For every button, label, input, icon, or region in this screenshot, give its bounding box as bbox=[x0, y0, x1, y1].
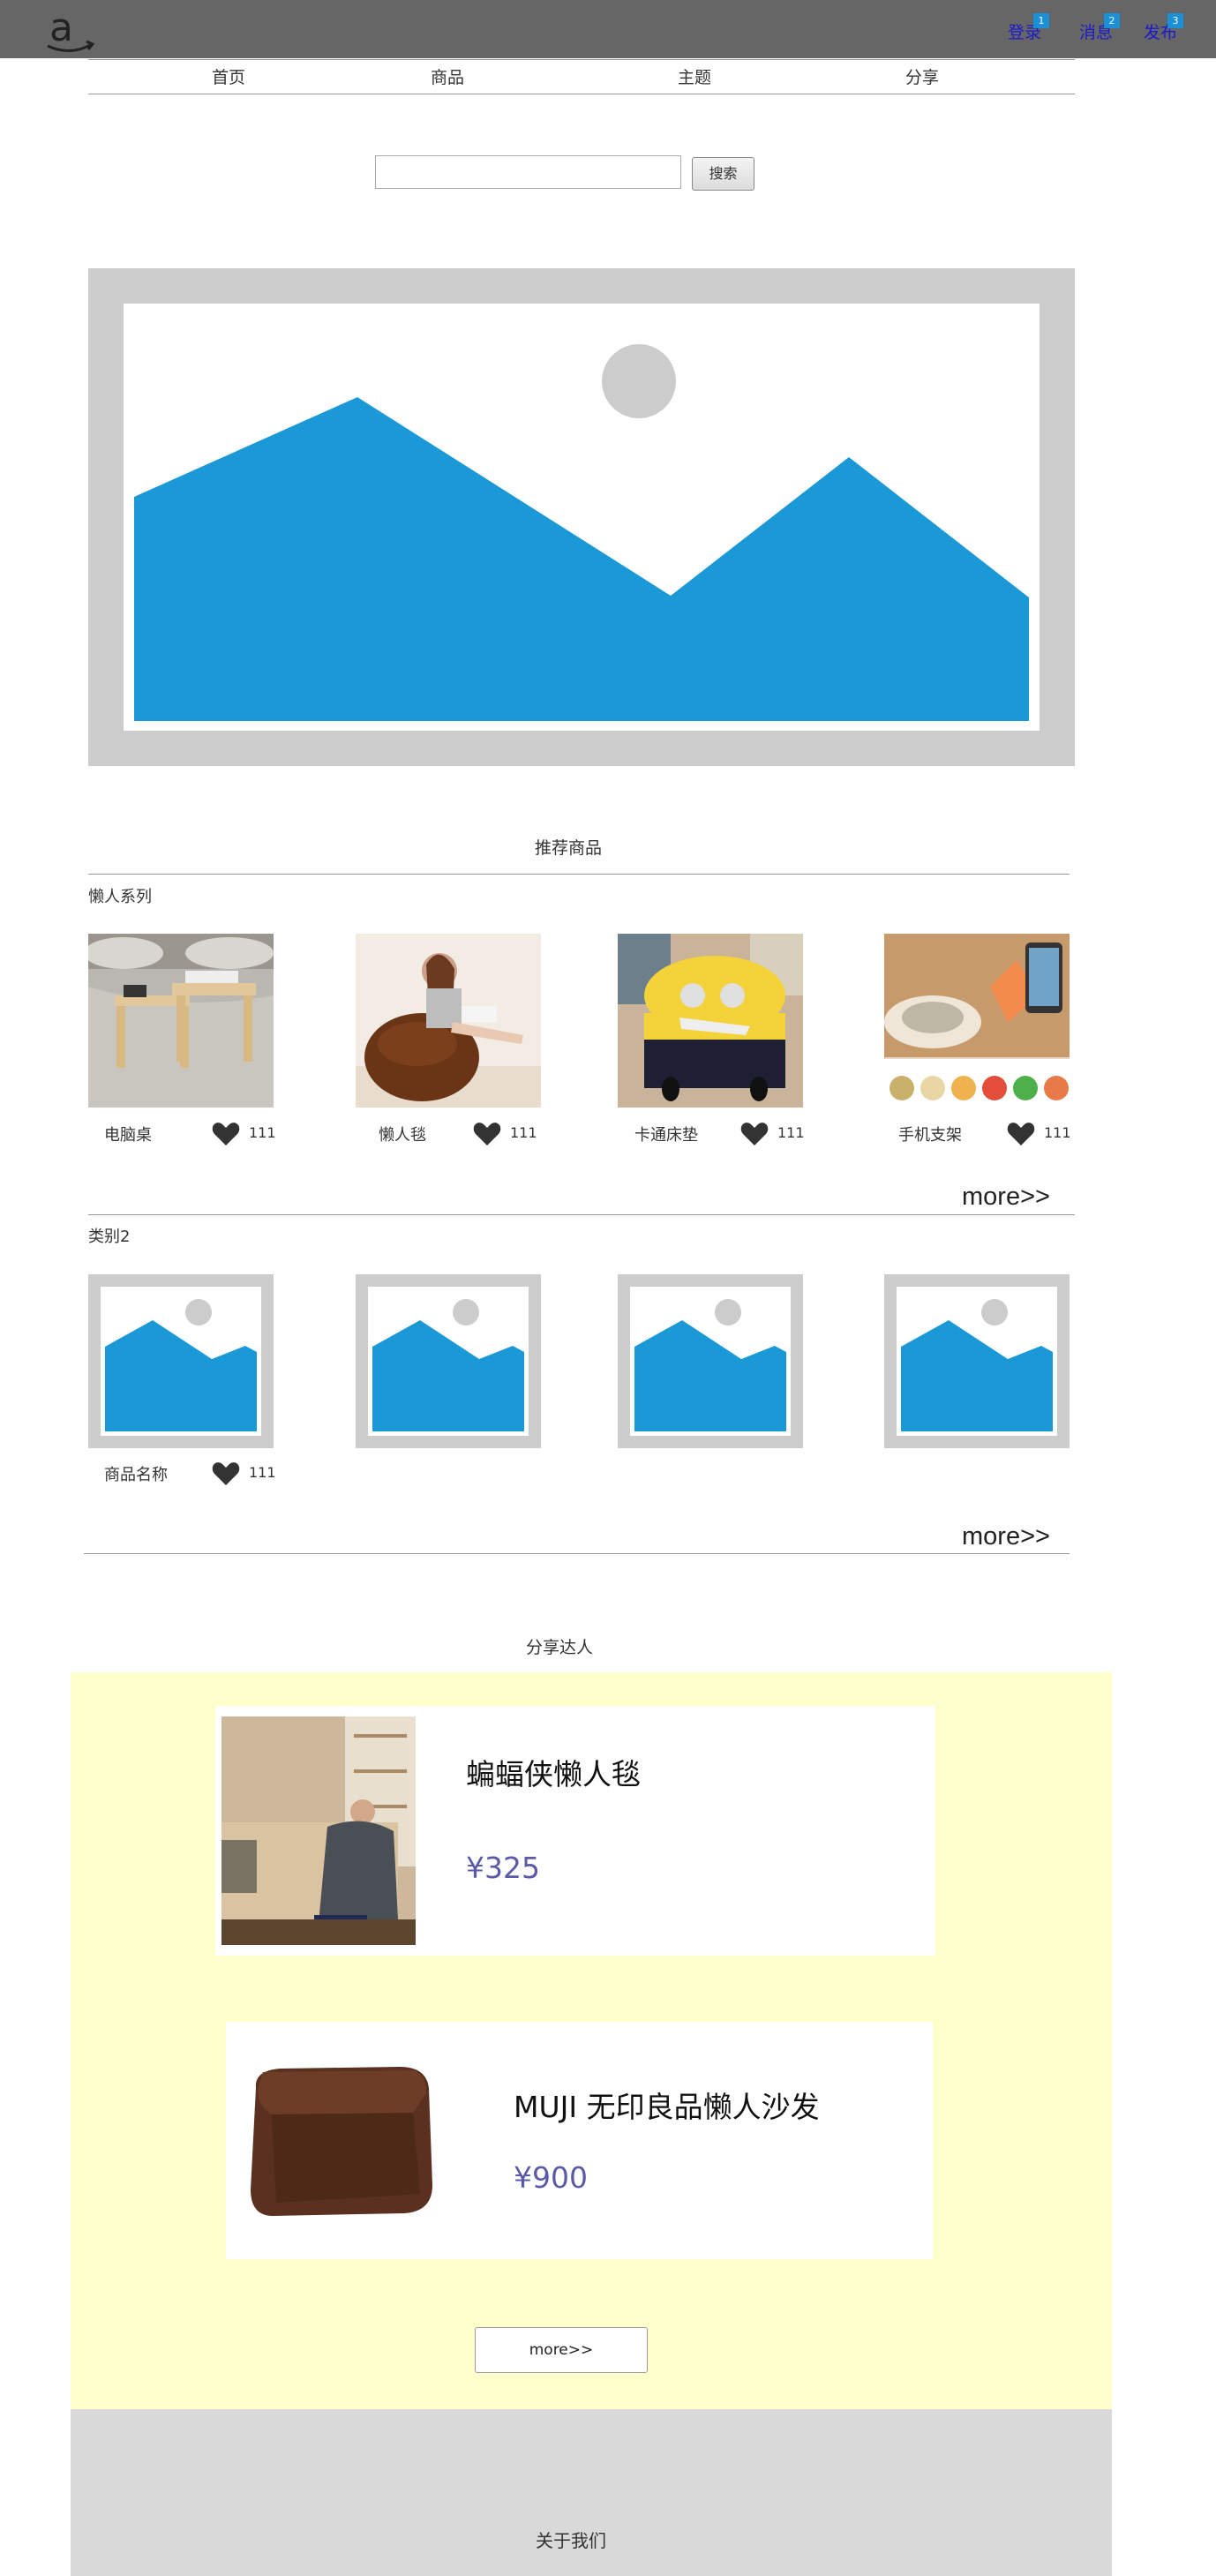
about-us-link[interactable]: 关于我们 bbox=[536, 2527, 606, 2552]
heart-icon[interactable] bbox=[1007, 1122, 1035, 1146]
search-input[interactable] bbox=[375, 155, 681, 189]
product-name[interactable]: 电脑桌 bbox=[104, 1123, 152, 1145]
product-name[interactable]: 懒人毯 bbox=[379, 1123, 426, 1145]
like-count: 111 bbox=[249, 1464, 276, 1481]
category-divider bbox=[84, 1553, 1070, 1554]
product-name[interactable]: 卡通床垫 bbox=[634, 1123, 698, 1145]
image-placeholder-icon bbox=[134, 344, 1029, 721]
heart-icon[interactable] bbox=[212, 1122, 240, 1146]
search-button[interactable]: 搜索 bbox=[692, 157, 754, 191]
product-name[interactable]: 手机支架 bbox=[898, 1123, 962, 1145]
muji-sofa-photo[interactable] bbox=[245, 2062, 435, 2220]
like-count: 111 bbox=[777, 1124, 805, 1141]
like-count: 111 bbox=[510, 1124, 537, 1141]
category-title: 懒人系列 bbox=[88, 888, 152, 906]
batman-blanket-photo[interactable] bbox=[221, 1716, 416, 1945]
more-link[interactable]: more>> bbox=[962, 1183, 1050, 1212]
image-placeholder-icon bbox=[897, 1287, 1057, 1436]
product-image-beanbag[interactable] bbox=[356, 934, 541, 1108]
share-card-price: ¥900 bbox=[514, 2160, 588, 2195]
share-card-price: ¥325 bbox=[466, 1851, 540, 1885]
like-count: 111 bbox=[249, 1124, 276, 1141]
heart-icon[interactable] bbox=[473, 1122, 501, 1146]
nav-item-share[interactable]: 分享 bbox=[905, 64, 939, 88]
nav-item-products[interactable]: 商品 bbox=[431, 64, 464, 88]
nav-item-home[interactable]: 首页 bbox=[212, 64, 245, 88]
heart-icon[interactable] bbox=[740, 1122, 769, 1146]
image-placeholder-icon bbox=[101, 1287, 261, 1436]
svg-text:a: a bbox=[49, 5, 73, 50]
nav-item-topics[interactable]: 主题 bbox=[678, 64, 711, 88]
product-image-desk[interactable] bbox=[88, 934, 274, 1108]
nav-top-divider bbox=[88, 59, 1075, 60]
login-badge: 1 bbox=[1033, 13, 1049, 28]
image-placeholder-icon bbox=[630, 1287, 791, 1436]
recommend-title: 推荐商品 bbox=[535, 838, 603, 858]
product-image-phone-stand[interactable] bbox=[884, 934, 1070, 1108]
image-placeholder-icon bbox=[368, 1287, 529, 1436]
phone-stand-photo bbox=[884, 934, 1070, 1108]
recommend-divider bbox=[88, 874, 1070, 875]
heart-icon[interactable] bbox=[212, 1461, 240, 1486]
like-count: 111 bbox=[1044, 1124, 1071, 1141]
product-name[interactable]: 商品名称 bbox=[104, 1462, 168, 1485]
publish-badge: 3 bbox=[1167, 13, 1183, 28]
share-more-button[interactable]: more>> bbox=[475, 2327, 648, 2373]
category-divider bbox=[88, 1214, 1075, 1215]
mattress-photo bbox=[618, 934, 803, 1108]
share-card-title[interactable]: MUJI 无印良品懒人沙发 bbox=[514, 2084, 820, 2126]
beanbag-photo bbox=[356, 934, 541, 1108]
amazon-logo-icon[interactable]: a bbox=[44, 5, 97, 55]
category-title: 类别2 bbox=[88, 1228, 131, 1246]
more-link[interactable]: more>> bbox=[962, 1522, 1050, 1551]
product-image-mattress[interactable] bbox=[618, 934, 803, 1108]
share-card-title[interactable]: 蝙蝠侠懒人毯 bbox=[466, 1751, 641, 1793]
messages-badge: 2 bbox=[1104, 13, 1120, 28]
share-title: 分享达人 bbox=[526, 1638, 594, 1657]
desk-photo bbox=[88, 934, 274, 1108]
